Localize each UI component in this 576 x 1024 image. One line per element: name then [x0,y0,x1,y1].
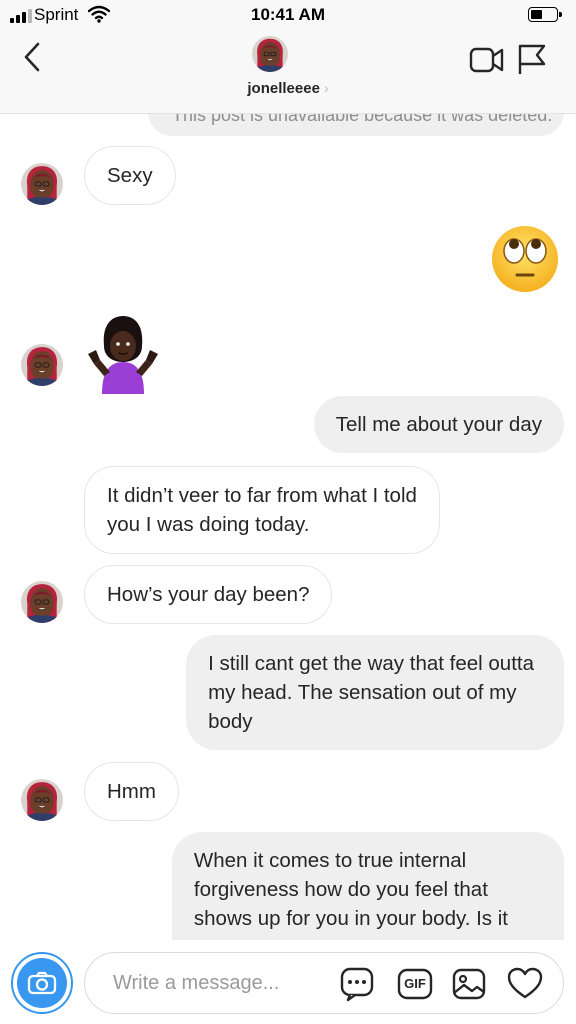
battery-icon [528,7,562,22]
message-text-line: body [208,710,253,733]
camera-icon [17,958,67,1008]
message-text-line: When it comes to true internal [193,849,467,872]
sender-avatar[interactable] [21,344,63,386]
sticker-chat-icon[interactable] [339,966,375,1002]
message-text: Sexy [107,164,153,187]
outgoing-message[interactable]: When it comes to true internal forgivene… [171,832,564,940]
message-text-line: you I was doing today. [107,513,310,536]
chevron-right-icon: › [323,80,329,96]
incoming-message[interactable]: It didn’t veer to far from what I told y… [84,466,440,554]
person-shrugging-emoji[interactable] [84,314,162,394]
unavailable-post-text: This post is unavailable because it was … [172,114,553,125]
message-thread[interactable]: This post is unavailable because it was … [0,114,576,940]
unavailable-post-bubble: This post is unavailable because it was … [148,114,564,136]
message-text-line: I still cant get the way that feel outta [208,652,534,675]
sender-avatar[interactable] [21,779,63,821]
message-text-line: It didn’t veer to far from what I told [107,484,417,507]
message-text: How’s your day been? [107,583,310,606]
sender-avatar[interactable] [21,163,63,205]
back-button[interactable] [18,40,48,74]
gif-label: GIF [404,976,426,991]
report-flag-button[interactable] [515,42,547,76]
rolling-eyes-emoji[interactable] [490,224,560,294]
outgoing-message[interactable]: I still cant get the way that feel outta… [186,635,564,750]
incoming-message[interactable]: Sexy [84,146,176,205]
video-call-button[interactable] [469,44,505,76]
incoming-message[interactable]: How’s your day been? [84,565,333,624]
status-bar: Sprint 10:41 AM [0,0,576,30]
sender-avatar[interactable] [21,581,63,623]
header-avatar[interactable] [252,36,288,72]
outgoing-message[interactable]: Tell me about your day [313,396,564,453]
message-field[interactable]: GIF [84,952,564,1014]
message-input[interactable] [113,967,333,999]
message-text-line: my head. The sensation out of my [208,681,517,704]
incoming-message[interactable]: Hmm [84,762,179,821]
message-text-line: shows up for you in your body. Is it [193,907,508,930]
clock: 10:41 AM [250,5,325,24]
conversation-header: jonelleeee › [0,30,576,114]
message-text: Hmm [107,780,156,803]
heart-icon[interactable] [507,966,543,1002]
username-label: jonelleeee [247,80,320,97]
camera-button[interactable] [11,952,73,1014]
conversation-username[interactable]: jonelleeee › [0,80,576,97]
message-text-line: forgiveness how do you feel that [193,878,488,901]
message-text: Tell me about your day [335,413,542,436]
message-composer: GIF [0,940,576,1024]
gif-button[interactable]: GIF [397,966,433,1002]
photo-icon[interactable] [451,966,487,1002]
